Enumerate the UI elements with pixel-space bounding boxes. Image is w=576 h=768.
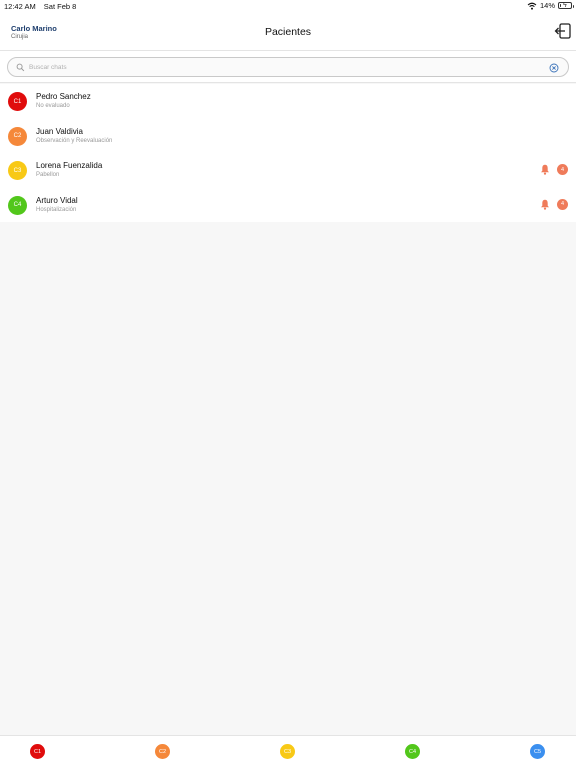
tab-c3[interactable]: C3 xyxy=(280,744,295,759)
triage-avatar: C3 xyxy=(8,161,27,180)
patient-name: Pedro Sanchez xyxy=(36,92,91,101)
tab-c5[interactable]: C5 xyxy=(530,744,545,759)
patient-status: Pabellon xyxy=(36,172,60,178)
triage-avatar: C2 xyxy=(8,126,27,146)
logout-icon[interactable] xyxy=(554,22,572,40)
search-input[interactable] xyxy=(29,61,549,74)
patient-name: Arturo Vidal xyxy=(36,195,78,205)
bell-alert-icon[interactable] xyxy=(540,199,550,210)
page-title: Pacientes xyxy=(264,26,312,38)
battery-icon: ϟ xyxy=(558,2,574,9)
tab-c4[interactable]: C4 xyxy=(405,744,420,759)
alert-count-badge: 4 xyxy=(557,164,568,175)
search-icon xyxy=(16,63,25,72)
wifi-icon xyxy=(527,2,537,10)
status-bar: 12:42 AM Sat Feb 8 14% ϟ xyxy=(0,0,576,13)
patient-name: Juan Valdivia xyxy=(36,126,83,136)
tab-c2[interactable]: C2 xyxy=(155,744,170,759)
triage-avatar: C4 xyxy=(8,195,27,215)
alert-count-badge: 4 xyxy=(557,198,568,210)
patient-row[interactable]: C2 Juan Valdivia Observación y Reevaluac… xyxy=(0,119,576,154)
patient-row[interactable]: C4 Arturo Vidal Hospitalización 4 xyxy=(0,188,576,223)
patient-status: Hospitalización xyxy=(36,206,77,213)
patient-list: C1 Pedro Sanchez No evaluado C2 Juan Val… xyxy=(0,84,576,222)
bell-alert-icon[interactable] xyxy=(540,164,550,175)
charging-icon: ϟ xyxy=(563,2,567,9)
clear-search-icon[interactable] xyxy=(549,63,559,73)
status-time: 12:42 AM xyxy=(4,2,36,11)
patient-status: Observación y Reevaluación xyxy=(36,137,113,144)
triage-avatar: C1 xyxy=(8,92,27,111)
patient-row[interactable]: C1 Pedro Sanchez No evaluado xyxy=(0,84,576,119)
search-bar xyxy=(0,51,576,83)
battery-percent: 14% xyxy=(539,1,555,10)
triage-tab-bar: C1 C2 C3 C4 C5 xyxy=(0,735,576,768)
tab-c1[interactable]: C1 xyxy=(30,744,45,759)
battery-fill xyxy=(560,4,562,7)
patient-name: Lorena Fuenzalida xyxy=(36,161,103,170)
nav-header: Carlo Marino Cirujia Pacientes xyxy=(0,13,576,51)
patient-row[interactable]: C3 Lorena Fuenzalida Pabellon 4 xyxy=(0,153,576,188)
search-field[interactable] xyxy=(7,57,569,77)
patient-status: No evaluado xyxy=(36,103,70,109)
status-date: Sat Feb 8 xyxy=(43,2,77,11)
